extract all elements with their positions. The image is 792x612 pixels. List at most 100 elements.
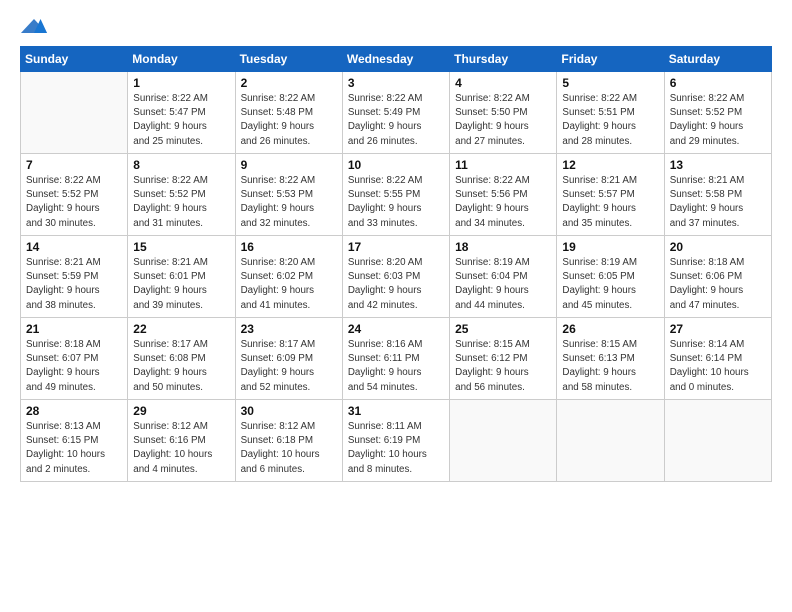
day-info: Sunrise: 8:22 AMSunset: 5:48 PMDaylight:… <box>241 92 337 149</box>
day-number: 17 <box>348 240 444 254</box>
day-number: 15 <box>133 240 229 254</box>
day-number: 26 <box>562 322 658 336</box>
day-number: 25 <box>455 322 551 336</box>
weekday-header-sunday: Sunday <box>21 47 128 72</box>
calendar-cell: 3 Sunrise: 8:22 AMSunset: 5:49 PMDaylight… <box>342 72 449 154</box>
day-number: 20 <box>670 240 766 254</box>
day-info: Sunrise: 8:12 AMSunset: 6:16 PMDaylight:… <box>133 420 229 477</box>
calendar-cell <box>664 400 771 482</box>
calendar-cell: 4 Sunrise: 8:22 AMSunset: 5:50 PMDaylight… <box>450 72 557 154</box>
day-info: Sunrise: 8:18 AMSunset: 6:06 PMDaylight:… <box>670 256 766 313</box>
day-number: 14 <box>26 240 122 254</box>
day-number: 6 <box>670 76 766 90</box>
calendar-cell: 7Sunrise: 8:22 AMSunset: 5:52 PMDaylight… <box>21 154 128 236</box>
calendar-cell: 13 Sunrise: 8:21 AMSunset: 5:58 PMDayligh… <box>664 154 771 236</box>
calendar-cell: 8 Sunrise: 8:22 AMSunset: 5:52 PMDaylight… <box>128 154 235 236</box>
day-info: Sunrise: 8:22 AMSunset: 5:53 PMDaylight:… <box>241 174 337 231</box>
calendar-cell: 20 Sunrise: 8:18 AMSunset: 6:06 PMDayligh… <box>664 236 771 318</box>
day-number: 4 <box>455 76 551 90</box>
day-info: Sunrise: 8:13 AMSunset: 6:15 PMDaylight:… <box>26 420 122 477</box>
day-number: 9 <box>241 158 337 172</box>
calendar-cell: 18 Sunrise: 8:19 AMSunset: 6:04 PMDayligh… <box>450 236 557 318</box>
day-info: Sunrise: 8:22 AMSunset: 5:50 PMDaylight:… <box>455 92 551 149</box>
calendar-cell: 16Sunrise: 8:20 AMSunset: 6:02 PMDayligh… <box>235 236 342 318</box>
weekday-header-thursday: Thursday <box>450 47 557 72</box>
day-number: 8 <box>133 158 229 172</box>
day-info: Sunrise: 8:12 AMSunset: 6:18 PMDaylight:… <box>241 420 337 477</box>
day-info: Sunrise: 8:21 AMSunset: 5:59 PMDaylight:… <box>26 256 122 313</box>
weekday-header-row: SundayMondayTuesdayWednesdayThursdayFrid… <box>21 47 772 72</box>
day-info: Sunrise: 8:18 AMSunset: 6:07 PMDaylight:… <box>26 338 122 395</box>
day-info: Sunrise: 8:20 AMSunset: 6:03 PMDaylight:… <box>348 256 444 313</box>
day-number: 18 <box>455 240 551 254</box>
logo <box>20 18 48 36</box>
day-info: Sunrise: 8:22 AMSunset: 5:52 PMDaylight:… <box>133 174 229 231</box>
day-info: Sunrise: 8:22 AMSunset: 5:49 PMDaylight:… <box>348 92 444 149</box>
day-number: 28 <box>26 404 122 418</box>
day-info: Sunrise: 8:17 AMSunset: 6:08 PMDaylight:… <box>133 338 229 395</box>
calendar-cell <box>557 400 664 482</box>
calendar-cell: 21 Sunrise: 8:18 AMSunset: 6:07 PMDayligh… <box>21 318 128 400</box>
calendar-cell: 22 Sunrise: 8:17 AMSunset: 6:08 PMDayligh… <box>128 318 235 400</box>
calendar-cell: 25 Sunrise: 8:15 AMSunset: 6:12 PMDayligh… <box>450 318 557 400</box>
day-info: Sunrise: 8:19 AMSunset: 6:05 PMDaylight:… <box>562 256 658 313</box>
weekday-header-saturday: Saturday <box>664 47 771 72</box>
day-info: Sunrise: 8:21 AMSunset: 6:01 PMDaylight:… <box>133 256 229 313</box>
weekday-header-tuesday: Tuesday <box>235 47 342 72</box>
calendar-cell: 24 Sunrise: 8:16 AMSunset: 6:11 PMDayligh… <box>342 318 449 400</box>
day-info: Sunrise: 8:22 AMSunset: 5:47 PMDaylight:… <box>133 92 229 149</box>
day-number: 19 <box>562 240 658 254</box>
day-number: 5 <box>562 76 658 90</box>
calendar-cell: 23Sunrise: 8:17 AMSunset: 6:09 PMDayligh… <box>235 318 342 400</box>
calendar-cell: 30 Sunrise: 8:12 AMSunset: 6:18 PMDayligh… <box>235 400 342 482</box>
calendar-cell: 2 Sunrise: 8:22 AMSunset: 5:48 PMDaylight… <box>235 72 342 154</box>
calendar-week-3: 14 Sunrise: 8:21 AMSunset: 5:59 PMDayligh… <box>21 236 772 318</box>
day-number: 30 <box>241 404 337 418</box>
day-number: 24 <box>348 322 444 336</box>
page: SundayMondayTuesdayWednesdayThursdayFrid… <box>0 0 792 612</box>
day-number: 22 <box>133 322 229 336</box>
day-info: Sunrise: 8:15 AMSunset: 6:13 PMDaylight:… <box>562 338 658 395</box>
header <box>20 18 772 36</box>
day-number: 29 <box>133 404 229 418</box>
day-info: Sunrise: 8:14 AMSunset: 6:14 PMDaylight:… <box>670 338 766 395</box>
calendar-cell: 1 Sunrise: 8:22 AMSunset: 5:47 PMDaylight… <box>128 72 235 154</box>
calendar-cell: 27 Sunrise: 8:14 AMSunset: 6:14 PMDayligh… <box>664 318 771 400</box>
logo-icon <box>20 18 48 34</box>
day-info: Sunrise: 8:21 AMSunset: 5:58 PMDaylight:… <box>670 174 766 231</box>
calendar-cell <box>21 72 128 154</box>
day-number: 31 <box>348 404 444 418</box>
day-info: Sunrise: 8:22 AMSunset: 5:55 PMDaylight:… <box>348 174 444 231</box>
calendar-cell: 9 Sunrise: 8:22 AMSunset: 5:53 PMDaylight… <box>235 154 342 236</box>
day-info: Sunrise: 8:16 AMSunset: 6:11 PMDaylight:… <box>348 338 444 395</box>
calendar-week-2: 7Sunrise: 8:22 AMSunset: 5:52 PMDaylight… <box>21 154 772 236</box>
day-number: 11 <box>455 158 551 172</box>
calendar-week-5: 28 Sunrise: 8:13 AMSunset: 6:15 PMDayligh… <box>21 400 772 482</box>
calendar-cell: 17 Sunrise: 8:20 AMSunset: 6:03 PMDayligh… <box>342 236 449 318</box>
day-info: Sunrise: 8:22 AMSunset: 5:52 PMDaylight:… <box>670 92 766 149</box>
calendar-cell: 31 Sunrise: 8:11 AMSunset: 6:19 PMDayligh… <box>342 400 449 482</box>
day-number: 21 <box>26 322 122 336</box>
day-number: 1 <box>133 76 229 90</box>
day-info: Sunrise: 8:11 AMSunset: 6:19 PMDaylight:… <box>348 420 444 477</box>
day-number: 16 <box>241 240 337 254</box>
calendar-cell: 19 Sunrise: 8:19 AMSunset: 6:05 PMDayligh… <box>557 236 664 318</box>
weekday-header-wednesday: Wednesday <box>342 47 449 72</box>
calendar-table: SundayMondayTuesdayWednesdayThursdayFrid… <box>20 46 772 482</box>
day-info: Sunrise: 8:19 AMSunset: 6:04 PMDaylight:… <box>455 256 551 313</box>
day-info: Sunrise: 8:21 AMSunset: 5:57 PMDaylight:… <box>562 174 658 231</box>
day-number: 12 <box>562 158 658 172</box>
day-info: Sunrise: 8:15 AMSunset: 6:12 PMDaylight:… <box>455 338 551 395</box>
calendar-cell: 29 Sunrise: 8:12 AMSunset: 6:16 PMDayligh… <box>128 400 235 482</box>
day-info: Sunrise: 8:22 AMSunset: 5:56 PMDaylight:… <box>455 174 551 231</box>
calendar-cell <box>450 400 557 482</box>
weekday-header-friday: Friday <box>557 47 664 72</box>
calendar-week-4: 21 Sunrise: 8:18 AMSunset: 6:07 PMDayligh… <box>21 318 772 400</box>
day-number: 13 <box>670 158 766 172</box>
calendar-cell: 15 Sunrise: 8:21 AMSunset: 6:01 PMDayligh… <box>128 236 235 318</box>
calendar-cell: 14 Sunrise: 8:21 AMSunset: 5:59 PMDayligh… <box>21 236 128 318</box>
day-number: 3 <box>348 76 444 90</box>
day-number: 2 <box>241 76 337 90</box>
day-number: 23 <box>241 322 337 336</box>
day-number: 27 <box>670 322 766 336</box>
